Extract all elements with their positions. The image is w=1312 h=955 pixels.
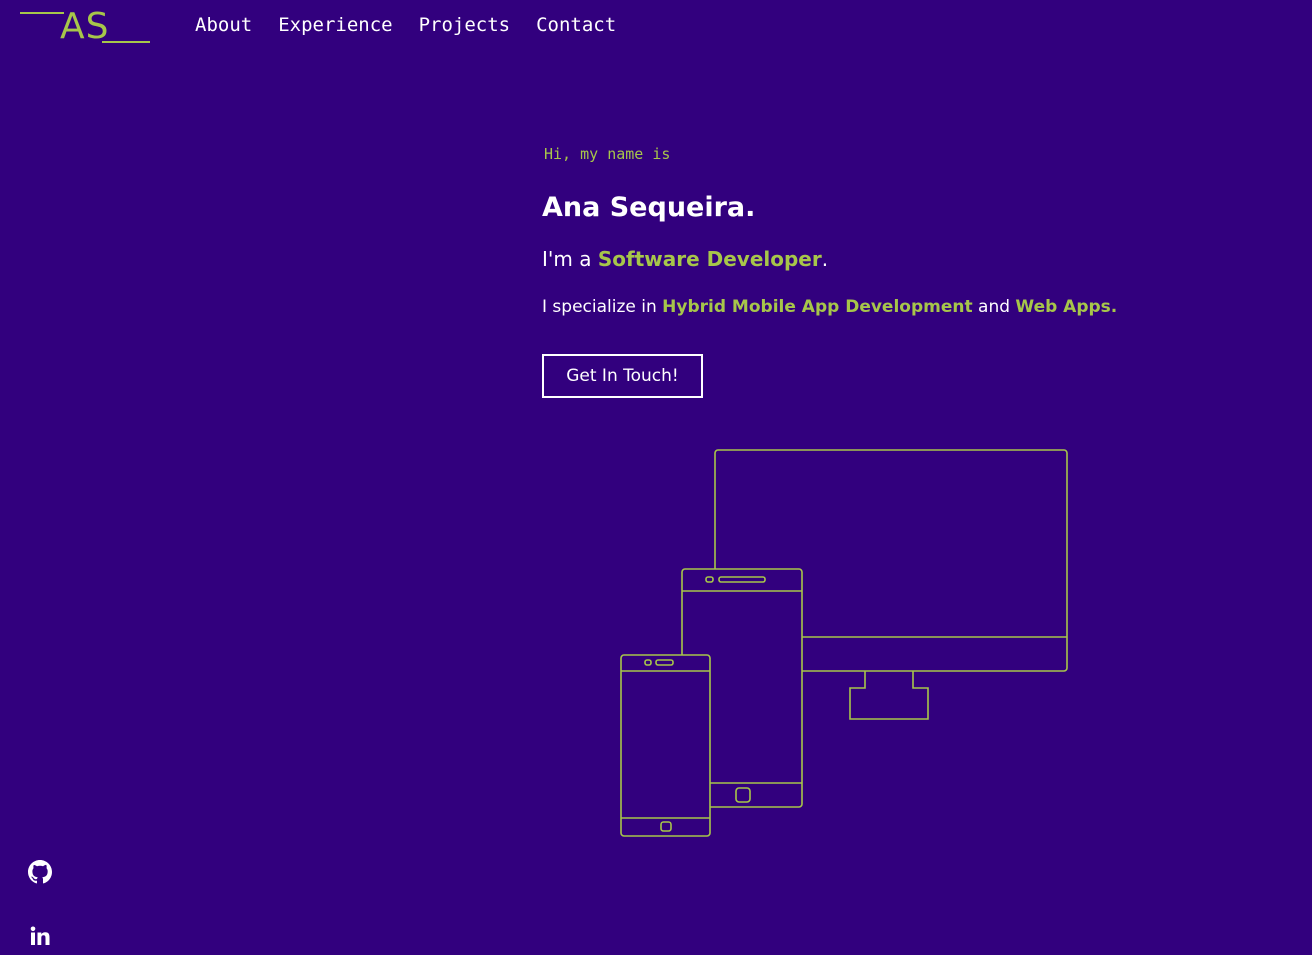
github-link[interactable] [28,860,52,884]
get-in-touch-button[interactable]: Get In Touch! [542,354,703,398]
logo[interactable]: AS [20,6,152,48]
linkedin-icon [30,926,50,945]
specialty-prefix: I specialize in [542,297,663,317]
role-suffix: . [821,247,829,271]
specialty-highlight-web: Web Apps. [1015,297,1118,317]
logo-line-bottom [102,41,150,43]
logo-line-top [20,12,64,14]
nav-link-contact[interactable]: Contact [536,14,616,36]
hero-name: Ana Sequeira. [542,192,756,223]
top-nav: About Experience Projects Contact [195,14,616,36]
hero-section: Hi, my name is Ana Sequeira. I'm a Softw… [542,140,1262,320]
hero-greeting: Hi, my name is [544,145,671,163]
specialty-highlight-mobile: Hybrid Mobile App Development [662,297,973,317]
hero-specialty: I specialize in Hybrid Mobile App Develo… [542,294,1262,320]
nav-link-about[interactable]: About [195,14,252,36]
nav-link-projects[interactable]: Projects [419,14,511,36]
hero-role: I'm a Software Developer. [542,244,1262,274]
role-highlight: Software Developer [597,247,822,271]
phone-illustration [620,654,711,837]
github-icon [28,860,52,884]
specialty-middle: and [972,297,1016,317]
linkedin-link[interactable] [28,924,52,948]
nav-link-experience[interactable]: Experience [278,14,392,36]
devices-illustration [620,449,1068,837]
role-prefix: I'm a [542,247,598,271]
